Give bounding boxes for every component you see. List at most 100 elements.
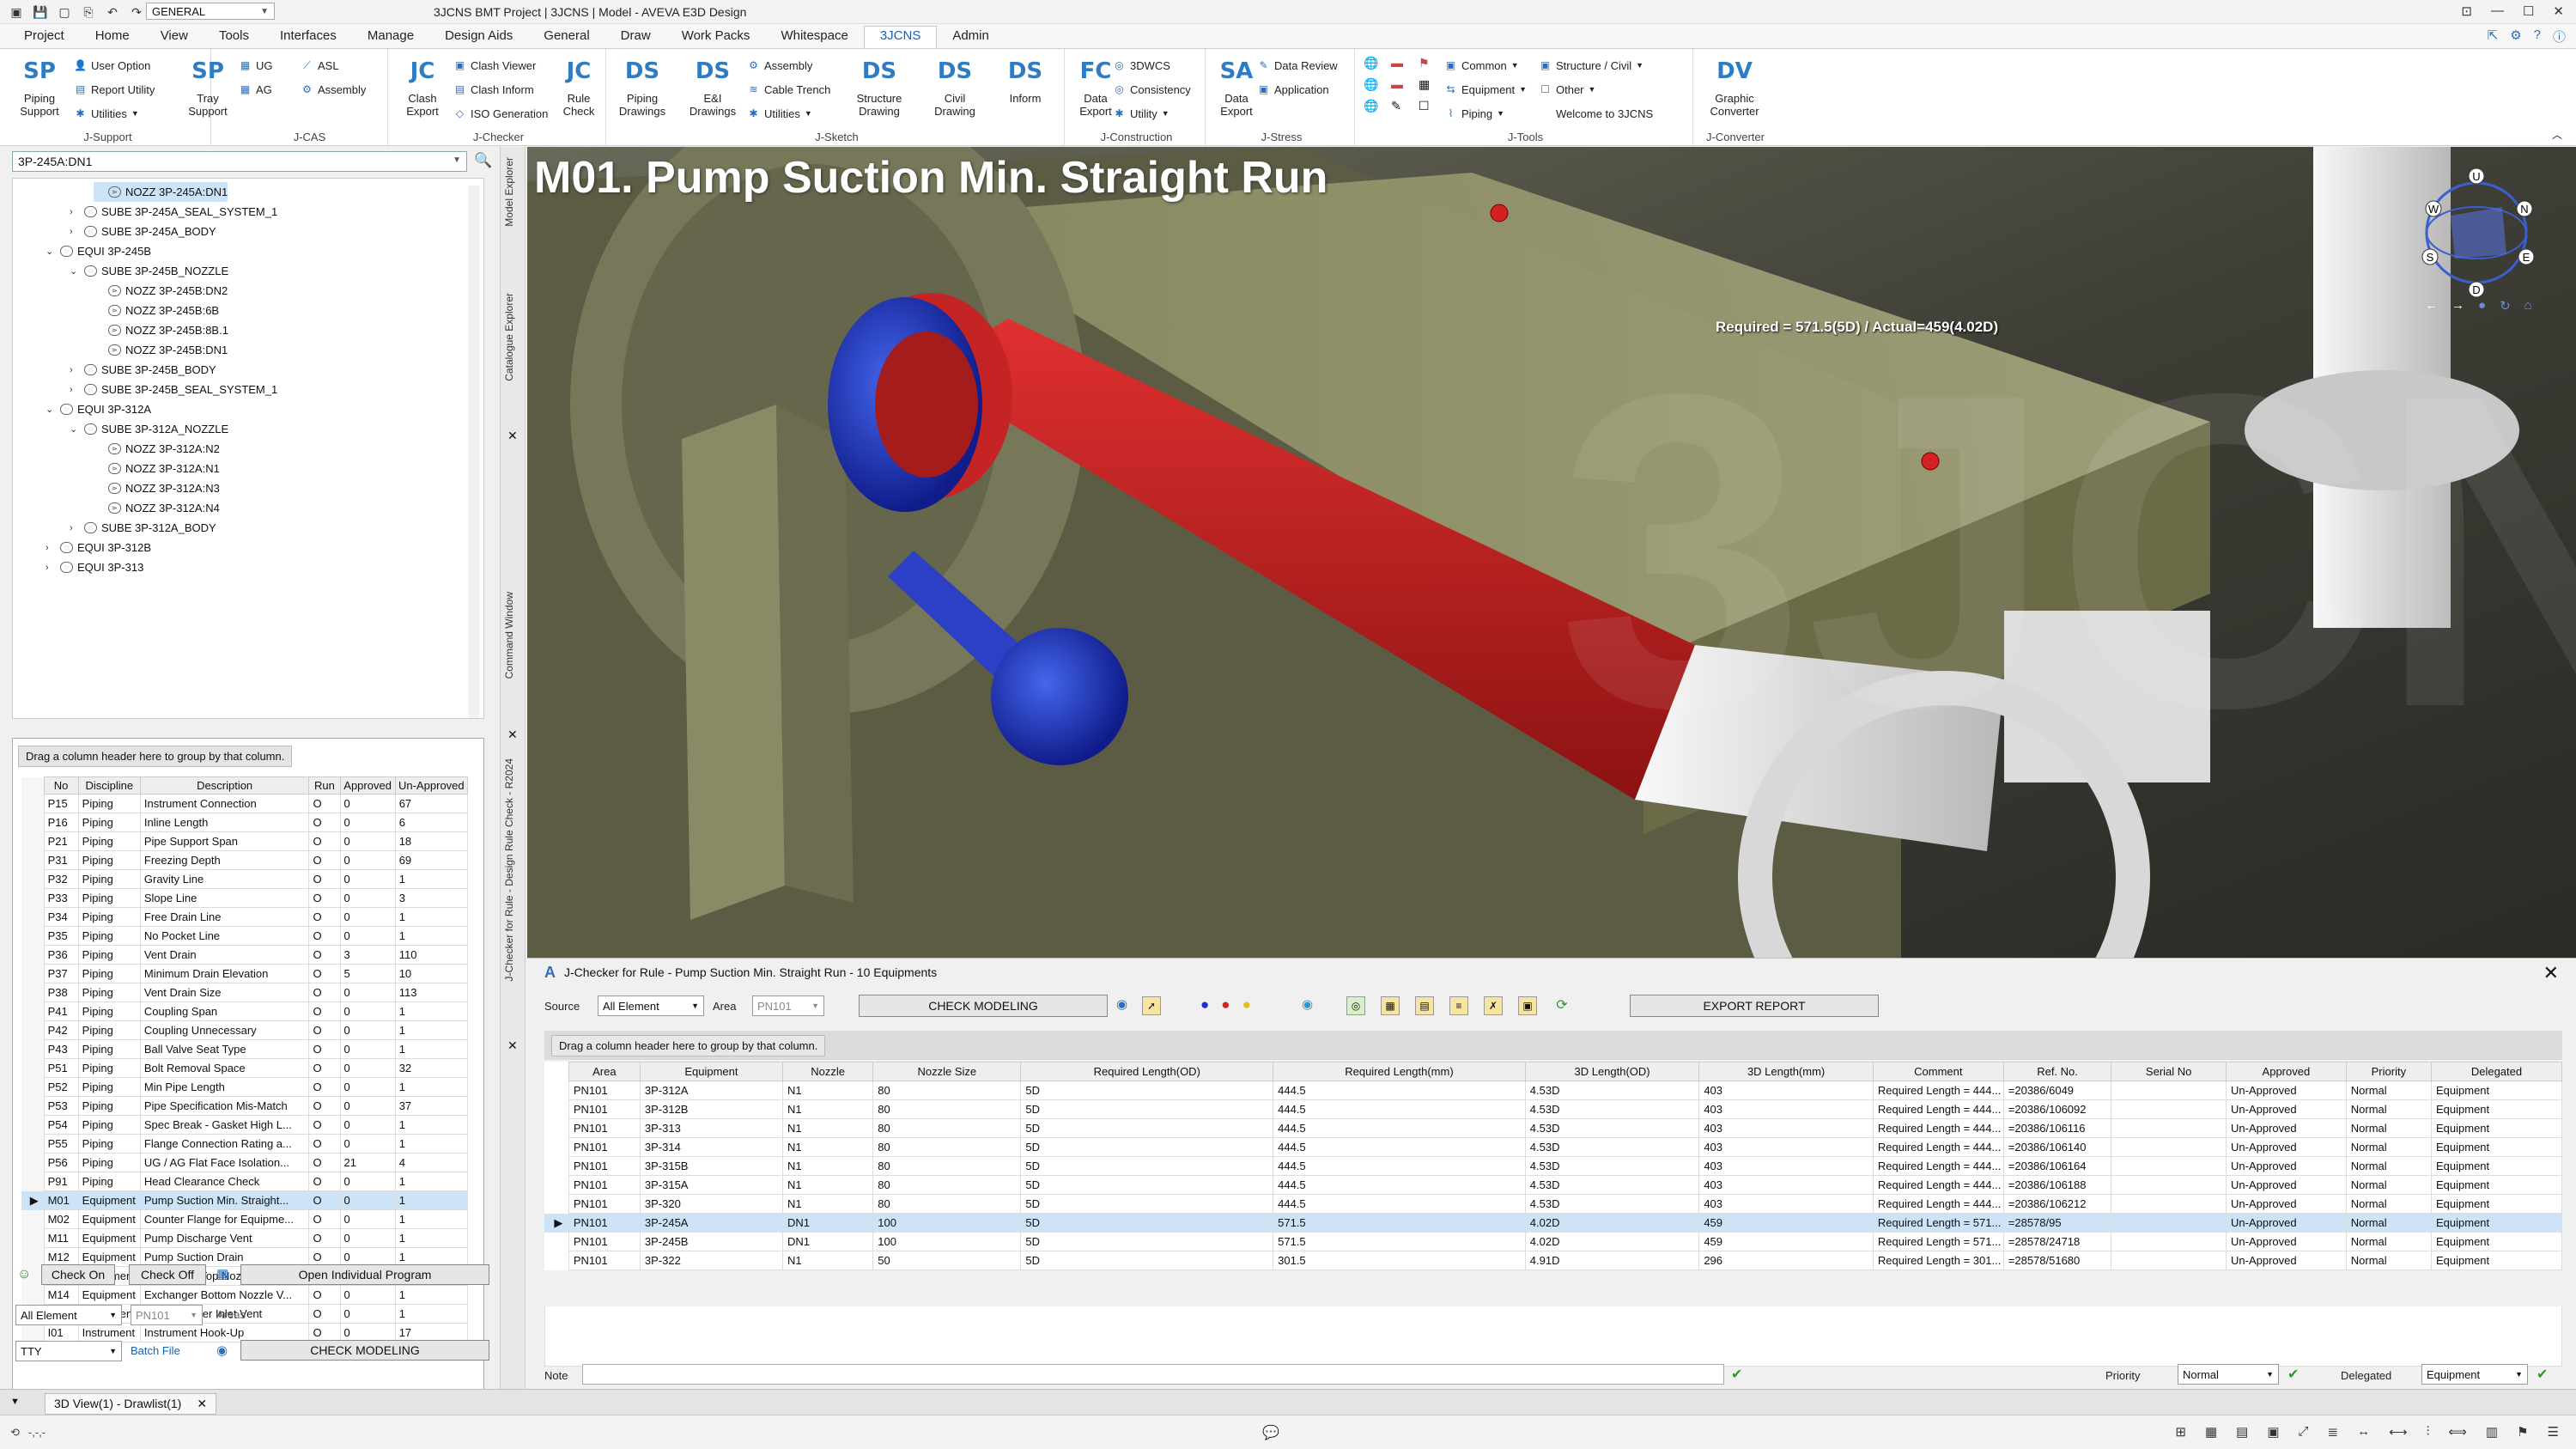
rules-row[interactable]: P91 Piping Head Clearance Check O 0 1 xyxy=(21,1172,469,1191)
rule-check-button[interactable]: JC Rule Check xyxy=(551,56,606,118)
jchecker-rule-tab[interactable]: J-Checker for Rule - Design Rule Check -… xyxy=(503,758,515,981)
checker-row[interactable]: PN101 3P-315A N1 80 5D 444.5 4.53D 403 Required … xyxy=(544,1175,2563,1195)
arrow-tool-icon[interactable]: ➚ xyxy=(1142,996,1161,1015)
checker-col-3d-length-mm-[interactable]: 3D Length(mm) xyxy=(1698,1062,1874,1081)
globe-icon[interactable]: 🌐 xyxy=(1364,56,1388,70)
chevron-right-icon[interactable]: › xyxy=(46,543,56,553)
chat-icon[interactable]: 💬 xyxy=(1262,1424,1279,1441)
tree-node[interactable]: ⋗ NOZZ 3P-245A:DN1 xyxy=(94,182,228,202)
filter-tool-icon[interactable]: ≡ xyxy=(1449,996,1468,1015)
chevron-right-icon[interactable]: › xyxy=(70,207,80,217)
piping-drawings-button[interactable]: DS Piping Drawings xyxy=(615,56,670,118)
tool-icon[interactable]: ▬ xyxy=(1391,56,1415,70)
checker-col-approved[interactable]: Approved xyxy=(2226,1062,2347,1081)
info-icon[interactable]: ⓘ xyxy=(2553,27,2566,46)
new-icon[interactable]: ▢ xyxy=(57,4,72,20)
checker-row[interactable]: PN101 3P-313 N1 80 5D 444.5 4.53D 403 Required L… xyxy=(544,1118,2563,1138)
rotate-icon[interactable]: ↻ xyxy=(2500,298,2511,314)
chevron-right-icon[interactable]: › xyxy=(70,365,80,375)
tty-select[interactable]: TTY ▼ xyxy=(15,1341,122,1361)
arrow-right-icon[interactable]: → xyxy=(2451,298,2464,314)
measure-icon[interactable]: ↔ xyxy=(2357,1424,2370,1440)
welcome-button[interactable]: Welcome to 3JCNS xyxy=(1539,104,1653,123)
tree-node[interactable]: ⌄ ◌ EQUI 3P-312A xyxy=(46,399,151,419)
lines-icon[interactable]: ≣ xyxy=(2328,1424,2339,1440)
tree-node[interactable]: ⋗ NOZZ 3P-245B:DN2 xyxy=(94,281,228,301)
user-option-button[interactable]: 👤 User Option xyxy=(74,56,150,75)
checker-col-serial-no[interactable]: Serial No xyxy=(2111,1062,2227,1081)
tree-node[interactable]: › ◌ SUBE 3P-245B_BODY xyxy=(70,360,216,380)
rules-col-run[interactable]: Run xyxy=(308,776,341,795)
checker-col-nozzle-size[interactable]: Nozzle Size xyxy=(872,1062,1022,1081)
application-button[interactable]: ▣ Application xyxy=(1257,80,1329,99)
menu-whitespace[interactable]: Whitespace xyxy=(765,26,863,48)
collapse-ribbon-icon[interactable]: ︿ xyxy=(2552,127,2562,142)
checker-row[interactable]: PN101 3P-312A N1 80 5D 444.5 4.53D 403 Required … xyxy=(544,1081,2563,1100)
utilities-button[interactable]: ✱ Utilities ▼ xyxy=(74,104,138,123)
menu-general[interactable]: General xyxy=(528,26,605,48)
clipboard-icon[interactable]: ▣ xyxy=(2267,1424,2279,1440)
help-icon[interactable]: ? xyxy=(2534,27,2541,46)
utility-button[interactable]: ✱ Utility ▼ xyxy=(1113,104,1169,123)
menu-tools[interactable]: Tools xyxy=(204,26,264,48)
stress-data-export-button[interactable]: SA Data Export xyxy=(1209,56,1264,118)
assembly-button[interactable]: ⚙ Assembly xyxy=(301,80,366,99)
tree-node[interactable]: ⌄ ◌ EQUI 3P-245B xyxy=(46,241,151,261)
distribute-icon[interactable]: ⟺ xyxy=(2448,1424,2467,1440)
search-icon[interactable]: 🔍 xyxy=(474,152,492,169)
inform-button[interactable]: DS Inform xyxy=(998,56,1053,105)
rules-col-no[interactable]: No xyxy=(43,776,79,795)
tree-node[interactable]: › ◌ SUBE 3P-312A_BODY xyxy=(70,518,216,538)
blue-filter-icon[interactable]: ● xyxy=(1200,996,1209,1014)
layers-icon[interactable]: ▥ xyxy=(2486,1424,2498,1440)
check-icon[interactable]: ✔ xyxy=(2537,1366,2548,1383)
calendar-icon[interactable]: ▦ xyxy=(216,1266,228,1282)
tree-scrollbar[interactable] xyxy=(468,186,480,718)
checker-col-required-length-od-[interactable]: Required Length(OD) xyxy=(1020,1062,1274,1081)
civil-drawing-button[interactable]: DS Civil Drawing xyxy=(927,56,982,118)
clash-viewer-button[interactable]: ▣ Clash Viewer xyxy=(453,56,537,75)
checker-row[interactable]: PN101 3P-315B N1 80 5D 444.5 4.53D 403 Required … xyxy=(544,1156,2563,1176)
checker-col-equipment[interactable]: Equipment xyxy=(639,1062,783,1081)
red-filter-icon[interactable]: ● xyxy=(1221,996,1230,1014)
delegated-select[interactable]: Equipment ▼ xyxy=(2421,1364,2528,1385)
rules-row[interactable]: P55 Piping Flange Connection Rating a... O 0… xyxy=(21,1134,469,1154)
checker-row[interactable]: PN101 3P-312B N1 80 5D 444.5 4.53D 403 Required … xyxy=(544,1099,2563,1119)
tree-node[interactable]: › ◌ SUBE 3P-245A_SEAL_SYSTEM_1 xyxy=(70,202,277,222)
model-explorer-tab[interactable]: Model Explorer xyxy=(503,157,515,227)
checker-col-comment[interactable]: Comment xyxy=(1872,1062,2004,1081)
workspace-combo[interactable]: GENERAL ▼ xyxy=(146,3,275,20)
left-check-modeling-button[interactable]: CHECK MODELING xyxy=(240,1340,489,1361)
restore-icon[interactable]: ⊡ xyxy=(2461,3,2472,19)
minimize-icon[interactable]: — xyxy=(2491,3,2504,19)
rules-row[interactable]: P32 Piping Gravity Line O 0 1 xyxy=(21,869,469,889)
menu-3jcns[interactable]: 3JCNS xyxy=(863,26,938,48)
equipment-button[interactable]: ⇆ Equipment ▼ xyxy=(1444,80,1527,99)
view-cube-compass[interactable]: U W N S E D xyxy=(2408,164,2545,301)
piping-button[interactable]: ⌇ Piping ▼ xyxy=(1444,104,1505,123)
save-icon[interactable]: 💾 xyxy=(33,4,48,20)
rules-row[interactable]: M14 Equipment Exchanger Bottom Nozzle V...… xyxy=(21,1285,469,1305)
rules-row[interactable]: P56 Piping UG / AG Flat Face Isolation... O… xyxy=(21,1153,469,1172)
other-button[interactable]: ☐ Other ▼ xyxy=(1539,80,1595,99)
cable-trench-button[interactable]: ≋ Cable Trench xyxy=(747,80,830,99)
close-icon[interactable]: ✕ xyxy=(507,728,518,742)
rules-row[interactable]: P43 Piping Ball Valve Seat Type O 0 1 xyxy=(21,1039,469,1059)
checker-col-3d-length-od-[interactable]: 3D Length(OD) xyxy=(1524,1062,1700,1081)
mark-tool-icon[interactable]: ✗ xyxy=(1484,996,1503,1015)
checker-area-select[interactable]: PN101 ▼ xyxy=(752,995,824,1016)
checker-col-nozzle[interactable]: Nozzle xyxy=(781,1062,874,1081)
command-window-tab[interactable]: Command Window xyxy=(503,592,515,679)
app-icon[interactable]: ▣ xyxy=(9,4,24,20)
refresh-tool-icon[interactable]: ⟳ xyxy=(1552,996,1571,1015)
rules-row[interactable]: P33 Piping Slope Line O 0 3 xyxy=(21,888,469,908)
batch-file-link[interactable]: Batch File xyxy=(131,1344,180,1357)
explorer-search-input[interactable]: 3P-245A:DN1 ▼ xyxy=(12,151,467,172)
zoom-icon[interactable]: ⤢ xyxy=(2299,1424,2309,1440)
source-select[interactable]: All Element ▼ xyxy=(598,995,704,1016)
close-icon[interactable]: ✕ xyxy=(507,429,518,443)
checker-col-delegated[interactable]: Delegated xyxy=(2430,1062,2563,1081)
marker-point-1[interactable] xyxy=(1490,204,1509,222)
rules-col-discipline[interactable]: Discipline xyxy=(77,776,141,795)
rules-row[interactable]: M11 Equipment Pump Discharge Vent O 0 1 xyxy=(21,1228,469,1248)
